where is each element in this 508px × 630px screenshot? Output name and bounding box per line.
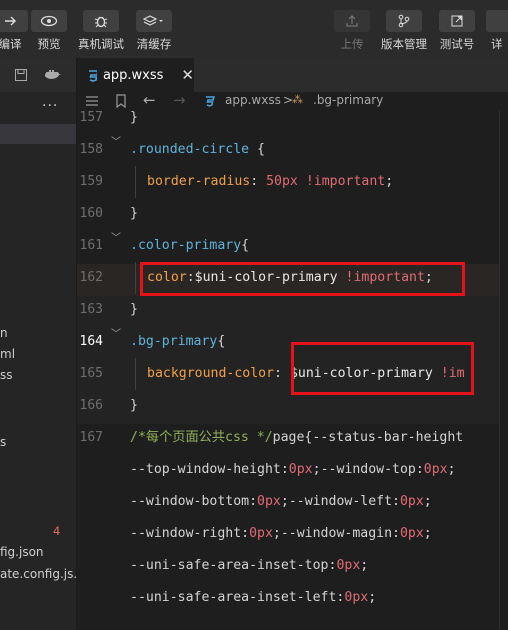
details-label: 详 <box>491 37 503 51</box>
code-editor[interactable]: 157 } 158 ﹀ .rounded-circle { 159 border… <box>77 110 508 630</box>
external-link-icon <box>439 10 475 32</box>
line-number: 163 <box>79 302 103 317</box>
breadcrumb-file[interactable]: app.wxss <box>225 93 281 107</box>
line-number: 158 <box>79 142 103 157</box>
details-button[interactable]: 详 <box>486 0 508 52</box>
device-debug-label: 真机调试 <box>78 37 124 51</box>
file-item[interactable]: n <box>0 326 8 340</box>
code-line: border-radius: 50px !important; <box>147 174 394 189</box>
tab-label: app.wxss <box>102 67 164 83</box>
line-number: 157 <box>79 110 103 125</box>
fold-chevron-icon[interactable]: ﹀ <box>111 136 121 150</box>
fold-chevron-icon[interactable]: ﹀ <box>111 328 121 342</box>
file-item[interactable]: ate.config.js... <box>0 567 76 581</box>
breadcrumb-symbol[interactable]: .bg-primary <box>313 93 383 107</box>
forward-arrow-icon[interactable]: → <box>173 91 186 109</box>
line-number: 164 <box>79 334 103 349</box>
code-line: --top-window-height:0px;--window-top:0px… <box>130 462 456 477</box>
code-line: --uni-safe-area-inset-left:0px; <box>130 590 377 605</box>
preview-button[interactable]: 预览 <box>31 0 67 52</box>
error-count-badge: 4 <box>53 524 61 538</box>
clear-cache-button[interactable]: 清缓存 <box>134 0 174 52</box>
file-item[interactable]: ml <box>0 347 15 361</box>
indent-guide <box>135 166 136 198</box>
line-number: 160 <box>79 206 103 221</box>
bookmark-icon[interactable] <box>115 94 127 108</box>
file-item[interactable]: fig.json <box>0 545 44 559</box>
preview-label: 预览 <box>37 37 61 51</box>
test-account-label: 测试号 <box>439 37 475 51</box>
file-item[interactable]: ss <box>0 368 13 382</box>
code-line: .color-primary{ <box>130 238 250 253</box>
css-file-icon <box>206 96 216 107</box>
symbol-class-icon: ⁂ <box>292 93 303 106</box>
file-explorer-sidebar: ... n ml ss s 4 fig.json ate.config.js..… <box>0 58 77 630</box>
code-line: } <box>130 110 138 125</box>
indent-guide <box>135 358 136 390</box>
code-line: } <box>130 398 138 413</box>
details-icon <box>486 10 508 32</box>
code-line: .bg-primary{ <box>130 334 226 349</box>
compile-icon <box>0 10 28 32</box>
tab-app-wxss[interactable]: app.wxss ✕ <box>77 58 194 92</box>
line-number: 165 <box>79 366 103 381</box>
line-number: 167 <box>79 430 103 445</box>
sidebar-toolbar: ... <box>0 92 76 120</box>
vertical-scrollbar[interactable] <box>499 110 508 630</box>
back-arrow-icon[interactable]: ← <box>143 91 156 109</box>
eye-icon <box>31 10 67 32</box>
layers-icon <box>136 10 172 32</box>
line-number: 161 <box>79 238 103 253</box>
top-toolbar: 编译 预览 真机调试 清缓存 上传 版本管理 测试号 详 <box>0 0 508 58</box>
fold-chevron-icon[interactable]: ﹀ <box>111 232 121 246</box>
test-account-button[interactable]: 测试号 <box>437 0 477 52</box>
version-manage-button[interactable]: 版本管理 <box>379 0 429 52</box>
line-number: 166 <box>79 398 103 413</box>
code-line: --window-right:0px;--window-magin:0px; <box>130 526 432 541</box>
upload-icon <box>334 10 370 32</box>
whale-icon[interactable] <box>44 68 62 82</box>
compile-label: 编译 <box>0 37 22 51</box>
code-line: } <box>130 302 138 317</box>
upload-label: 上传 <box>340 37 364 51</box>
breadcrumb: ← → app.wxss > ⁂ .bg-primary <box>77 91 508 110</box>
annotation-box <box>140 262 465 296</box>
clear-cache-label: 清缓存 <box>136 37 172 51</box>
save-icon[interactable] <box>14 68 28 82</box>
code-line: --window-bottom:0px;--window-left:0px; <box>130 494 432 509</box>
compile-button[interactable]: 编译 <box>0 0 34 52</box>
list-icon[interactable] <box>85 95 99 107</box>
version-manage-label: 版本管理 <box>381 37 427 51</box>
branch-icon <box>386 10 422 32</box>
close-icon[interactable]: ✕ <box>181 66 194 84</box>
selected-file-row[interactable] <box>0 124 76 144</box>
upload-button[interactable]: 上传 <box>334 0 370 52</box>
indent-guide <box>135 262 136 294</box>
line-number: 159 <box>79 174 103 189</box>
device-debug-button[interactable]: 真机调试 <box>76 0 126 52</box>
code-line: } <box>130 206 138 221</box>
code-line: /*每个页面公共css */page{--status-bar-height <box>130 430 464 445</box>
annotation-box <box>291 342 474 395</box>
editor-tabs: app.wxss ✕ <box>77 58 508 92</box>
css-file-icon <box>89 69 97 82</box>
line-number: 162 <box>79 270 103 285</box>
bug-icon <box>83 10 119 32</box>
file-item[interactable]: s <box>0 435 6 449</box>
code-line: .rounded-circle { <box>130 142 265 157</box>
code-line: --uni-safe-area-inset-top:0px; <box>130 558 369 573</box>
sidebar-header <box>0 58 76 92</box>
more-options-icon[interactable]: ... <box>42 94 58 110</box>
